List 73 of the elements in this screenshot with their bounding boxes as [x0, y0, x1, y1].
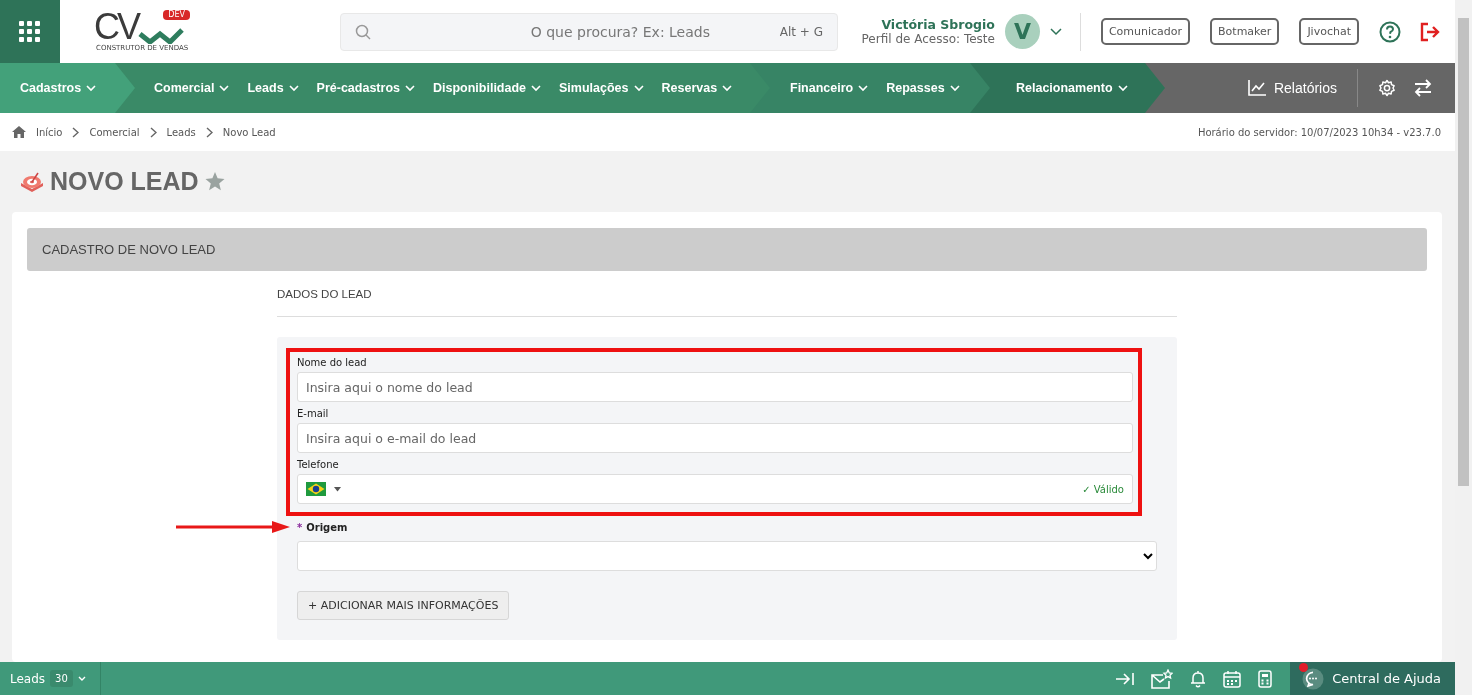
- field-label: E-mail: [297, 408, 330, 419]
- settings-icon[interactable]: [1378, 79, 1396, 97]
- access-profile: Perfil de Acesso: Teste: [861, 32, 995, 46]
- logout-icon[interactable]: [1419, 21, 1441, 42]
- menu-item[interactable]: Reservas: [661, 81, 733, 95]
- menu-item[interactable]: Financeiro: [790, 81, 869, 95]
- chevron-down-icon: [949, 84, 960, 92]
- menu-item[interactable]: Pré-cadastros: [316, 81, 415, 95]
- chevron-down-icon: [288, 84, 299, 92]
- chevron-down-icon: [531, 84, 542, 92]
- brazil-flag-icon[interactable]: [306, 482, 326, 496]
- chevron-down-icon: [633, 84, 644, 92]
- page-title: NOVO LEAD: [50, 167, 199, 196]
- grid-icon: [19, 20, 41, 43]
- header-button[interactable]: Jivochat: [1299, 18, 1359, 45]
- select-field[interactable]: [297, 541, 1157, 571]
- count-badge[interactable]: 30: [50, 670, 73, 687]
- chevron-down-icon: [86, 84, 97, 92]
- header-button[interactable]: Comunicador: [1100, 18, 1191, 45]
- add-more-info-button[interactable]: + ADICIONAR MAIS INFORMAÇÕES: [297, 591, 510, 620]
- menu-item[interactable]: Cadastros: [20, 81, 97, 95]
- menu-item[interactable]: Leads: [247, 81, 299, 95]
- chevron-right-icon: [205, 126, 213, 138]
- breadcrumb-link[interactable]: Leads: [166, 126, 196, 138]
- chevron-down-icon: [219, 84, 230, 92]
- chevron-down-icon: [1117, 84, 1128, 92]
- target-icon: [20, 170, 44, 193]
- reports-link[interactable]: Relatórios: [1247, 80, 1337, 96]
- calendar-icon[interactable]: [1223, 669, 1242, 688]
- user-name: Victória Sbrogio: [881, 17, 995, 32]
- chat-bubble-icon: [1302, 667, 1325, 690]
- chevron-down-icon: [404, 84, 415, 92]
- chevron-right-icon: [149, 126, 157, 138]
- chevron-down-icon: [858, 84, 869, 92]
- menu-item[interactable]: Simulações: [559, 81, 644, 95]
- avatar[interactable]: V: [1004, 14, 1040, 49]
- apps-menu-button[interactable]: [0, 0, 60, 63]
- validation-status: ✓ Válido: [1082, 483, 1124, 495]
- line-chart-icon: [1247, 80, 1266, 96]
- input-field[interactable]: Insira aqui o nome do lead: [297, 372, 1133, 402]
- collapse-arrow-icon[interactable]: [1116, 671, 1135, 686]
- menu-item[interactable]: Disponibilidade: [432, 81, 542, 95]
- shortcut-hint: Alt + G: [779, 24, 823, 39]
- search-icon: [355, 23, 371, 40]
- menu-item[interactable]: Comercial: [154, 81, 230, 95]
- header-button[interactable]: Botmaker: [1210, 18, 1280, 45]
- help-center-button[interactable]: Central de Ajuda: [1290, 662, 1455, 695]
- breadcrumb-link[interactable]: Comercial: [89, 126, 140, 138]
- help-icon[interactable]: [1379, 20, 1401, 43]
- chevron-down-icon[interactable]: [1049, 27, 1062, 36]
- home-icon[interactable]: [12, 126, 26, 138]
- field-label: * Origem: [297, 522, 349, 533]
- calculator-icon[interactable]: [1258, 669, 1273, 688]
- field-label: Nome do lead: [297, 357, 368, 368]
- search-field[interactable]: O que procura? Ex: Leads Alt + G: [340, 12, 838, 51]
- server-time: Horário do servidor: 10/07/2023 10h34 - v23.7.0: [1197, 126, 1441, 138]
- bell-icon[interactable]: [1190, 669, 1207, 688]
- breadcrumb-link[interactable]: Início: [36, 126, 63, 138]
- footer-label: Leads: [10, 671, 46, 686]
- phone-field[interactable]: ✓ Válido: [297, 474, 1133, 504]
- section-header: CADASTRO DE NOVO LEAD: [27, 228, 1427, 271]
- menu-item[interactable]: Repasses: [886, 81, 960, 95]
- star-icon[interactable]: [204, 172, 225, 191]
- swap-arrows-icon[interactable]: [1414, 79, 1432, 97]
- menu-item[interactable]: Relacionamento: [1016, 81, 1128, 95]
- chevron-down-icon: [722, 84, 733, 92]
- input-field[interactable]: Insira aqui o e-mail do lead: [297, 423, 1133, 453]
- envelope-star-icon[interactable]: [1151, 668, 1174, 689]
- section-subtitle: DADOS DO LEAD: [277, 271, 1177, 317]
- caret-icon[interactable]: [334, 486, 341, 492]
- field-label: Telefone: [297, 459, 340, 470]
- scrollbar[interactable]: [1455, 0, 1472, 695]
- chevron-right-icon: [72, 126, 80, 138]
